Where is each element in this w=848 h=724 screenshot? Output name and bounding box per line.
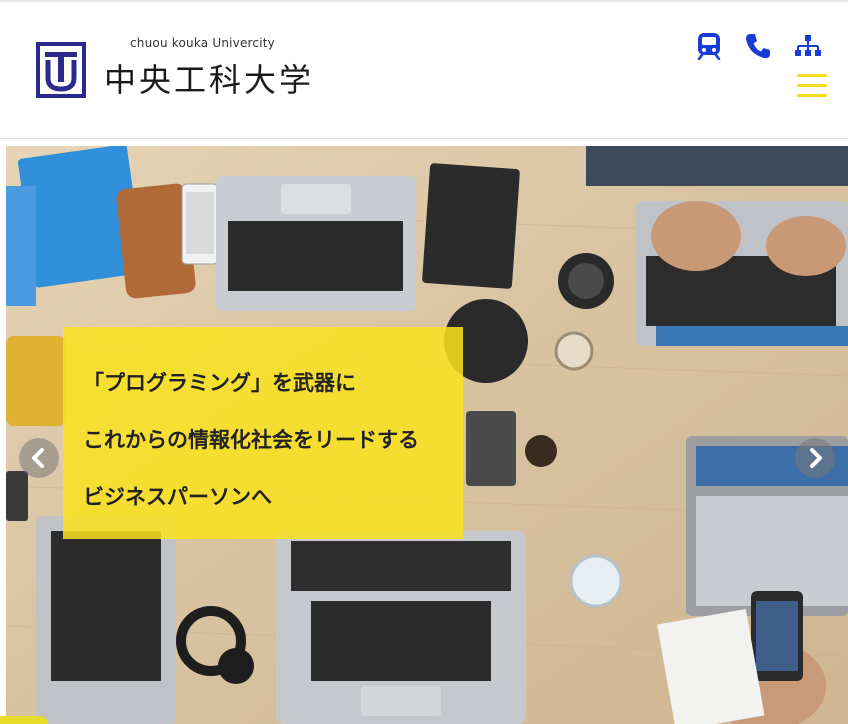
- menu-bar: [797, 84, 827, 87]
- menu-bar: [797, 74, 827, 77]
- logo-name-ja: 中央工科大学: [104, 61, 315, 99]
- corner-tab: [0, 716, 48, 724]
- sitemap-icon[interactable]: [794, 32, 822, 60]
- logo-name-en: chuou kouka Univercity: [130, 36, 275, 50]
- slider-next-button[interactable]: [795, 438, 835, 478]
- logo-link[interactable]: chuou kouka Univercity 中央工科大学: [36, 34, 311, 104]
- chevron-left-icon: [32, 448, 44, 468]
- caption-line-3: ビジネスパーソンへ: [83, 485, 272, 509]
- phone-icon[interactable]: [744, 32, 772, 60]
- hero-caption: 「プログラミング」を武器に これからの情報化社会をリードする ビジネスパーソンへ: [63, 327, 463, 539]
- menu-bar: [797, 94, 827, 97]
- hamburger-menu-icon[interactable]: [797, 72, 827, 100]
- chevron-right-icon: [810, 448, 822, 468]
- slider-prev-button[interactable]: [19, 438, 59, 478]
- caption-line-2: これからの情報化社会をリードする: [83, 428, 419, 452]
- university-logo-mark: [36, 42, 86, 98]
- caption-line-1: 「プログラミング」を武器に: [83, 371, 356, 395]
- site-header: chuou kouka Univercity 中央工科大学: [0, 2, 848, 139]
- hero-slider: 「プログラミング」を武器に これからの情報化社会をリードする ビジネスパーソンへ: [6, 146, 848, 724]
- train-icon[interactable]: [695, 32, 723, 61]
